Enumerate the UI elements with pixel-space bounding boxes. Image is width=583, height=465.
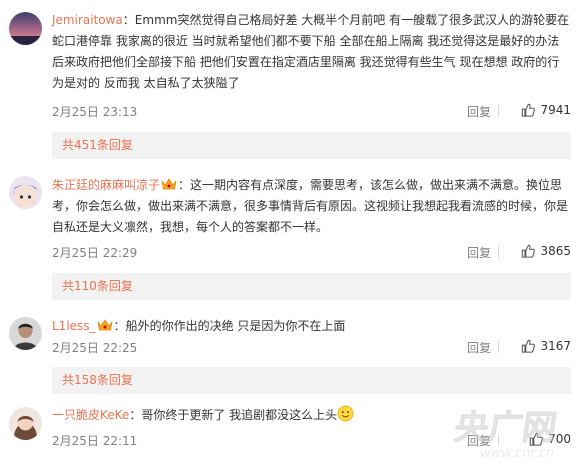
comment-separator: ：	[122, 13, 135, 27]
divider	[498, 246, 499, 258]
comment-username[interactable]: Jemiraitowa	[52, 13, 123, 27]
avatar[interactable]	[9, 176, 42, 209]
thumbs-up-icon	[522, 244, 536, 258]
like-count: 3865	[540, 244, 571, 258]
comment-text-block: 朱正廷的麻麻叫凉子 ：这一期内容有点深度，需要思考，该怎么做，做出来满不满意。换位…	[52, 175, 571, 238]
comment-date: 2月25日 22:11	[52, 434, 138, 448]
comment-username[interactable]: L1less_	[52, 319, 96, 333]
smiling-face-icon	[337, 405, 354, 422]
comment-separator: ：	[113, 319, 126, 333]
comment-separator: ：	[129, 408, 142, 422]
thumbs-up-icon	[522, 339, 536, 353]
vip-badge-icon	[161, 178, 177, 190]
like-button[interactable]: 3865	[521, 244, 571, 258]
comment-date: 2月25日 22:29	[52, 246, 138, 260]
reply-button[interactable]: 回复	[467, 339, 491, 356]
watermark-logo: 央广网 www.cnr.cn	[447, 403, 577, 461]
comment-meta: 2月25日 22:29 回复 3865	[52, 244, 571, 262]
reply-button[interactable]: 回复	[467, 103, 491, 120]
avatar[interactable]	[9, 12, 42, 45]
comment-username[interactable]: 一只脆皮KeKe	[52, 408, 129, 422]
comment-text: 哥你终于更新了 我追剧都没这么上头	[141, 408, 338, 422]
comment-separator: ：	[178, 178, 191, 192]
avatar[interactable]	[9, 407, 42, 440]
comment-date: 2月25日 23:13	[52, 105, 138, 119]
like-count: 7941	[540, 103, 571, 117]
reply-summary: 共110条回复	[52, 273, 571, 300]
comment-meta: 2月25日 23:13 回复 7941	[52, 103, 571, 121]
view-replies-link[interactable]: 共110条回复	[62, 279, 133, 293]
comment-text-block: L1less_ ：船外的你作出的决绝 只是因为你不在上面	[52, 316, 571, 337]
thumbs-up-icon	[522, 103, 536, 117]
watermark-subtext: www.cnr.cn	[480, 446, 554, 461]
like-button[interactable]: 3167	[521, 339, 571, 353]
view-replies-link[interactable]: 共451条回复	[62, 138, 133, 152]
reply-summary: 共158条回复	[52, 367, 571, 394]
reply-summary: 共451条回复	[52, 132, 571, 159]
comment-text: 船外的你作出的决绝 只是因为你不在上面	[125, 319, 346, 333]
divider	[498, 341, 499, 353]
reply-button[interactable]: 回复	[467, 244, 491, 261]
comment-text-block: Jemiraitowa：Emmm突然觉得自己格局好差 大概半个月前吧 有一艘载了…	[52, 10, 571, 94]
comment-meta: 2月25日 22:25 回复 3167	[52, 339, 571, 357]
avatar[interactable]	[9, 317, 42, 350]
comment-date: 2月25日 22:25	[52, 341, 138, 355]
divider	[498, 105, 499, 117]
like-count: 3167	[540, 339, 571, 353]
watermark-text: 央广网	[452, 408, 560, 448]
vip-badge-icon	[97, 319, 112, 331]
like-button[interactable]: 7941	[521, 103, 571, 117]
view-replies-link[interactable]: 共158条回复	[62, 373, 133, 387]
comment-username[interactable]: 朱正廷的麻麻叫凉子	[52, 178, 160, 192]
